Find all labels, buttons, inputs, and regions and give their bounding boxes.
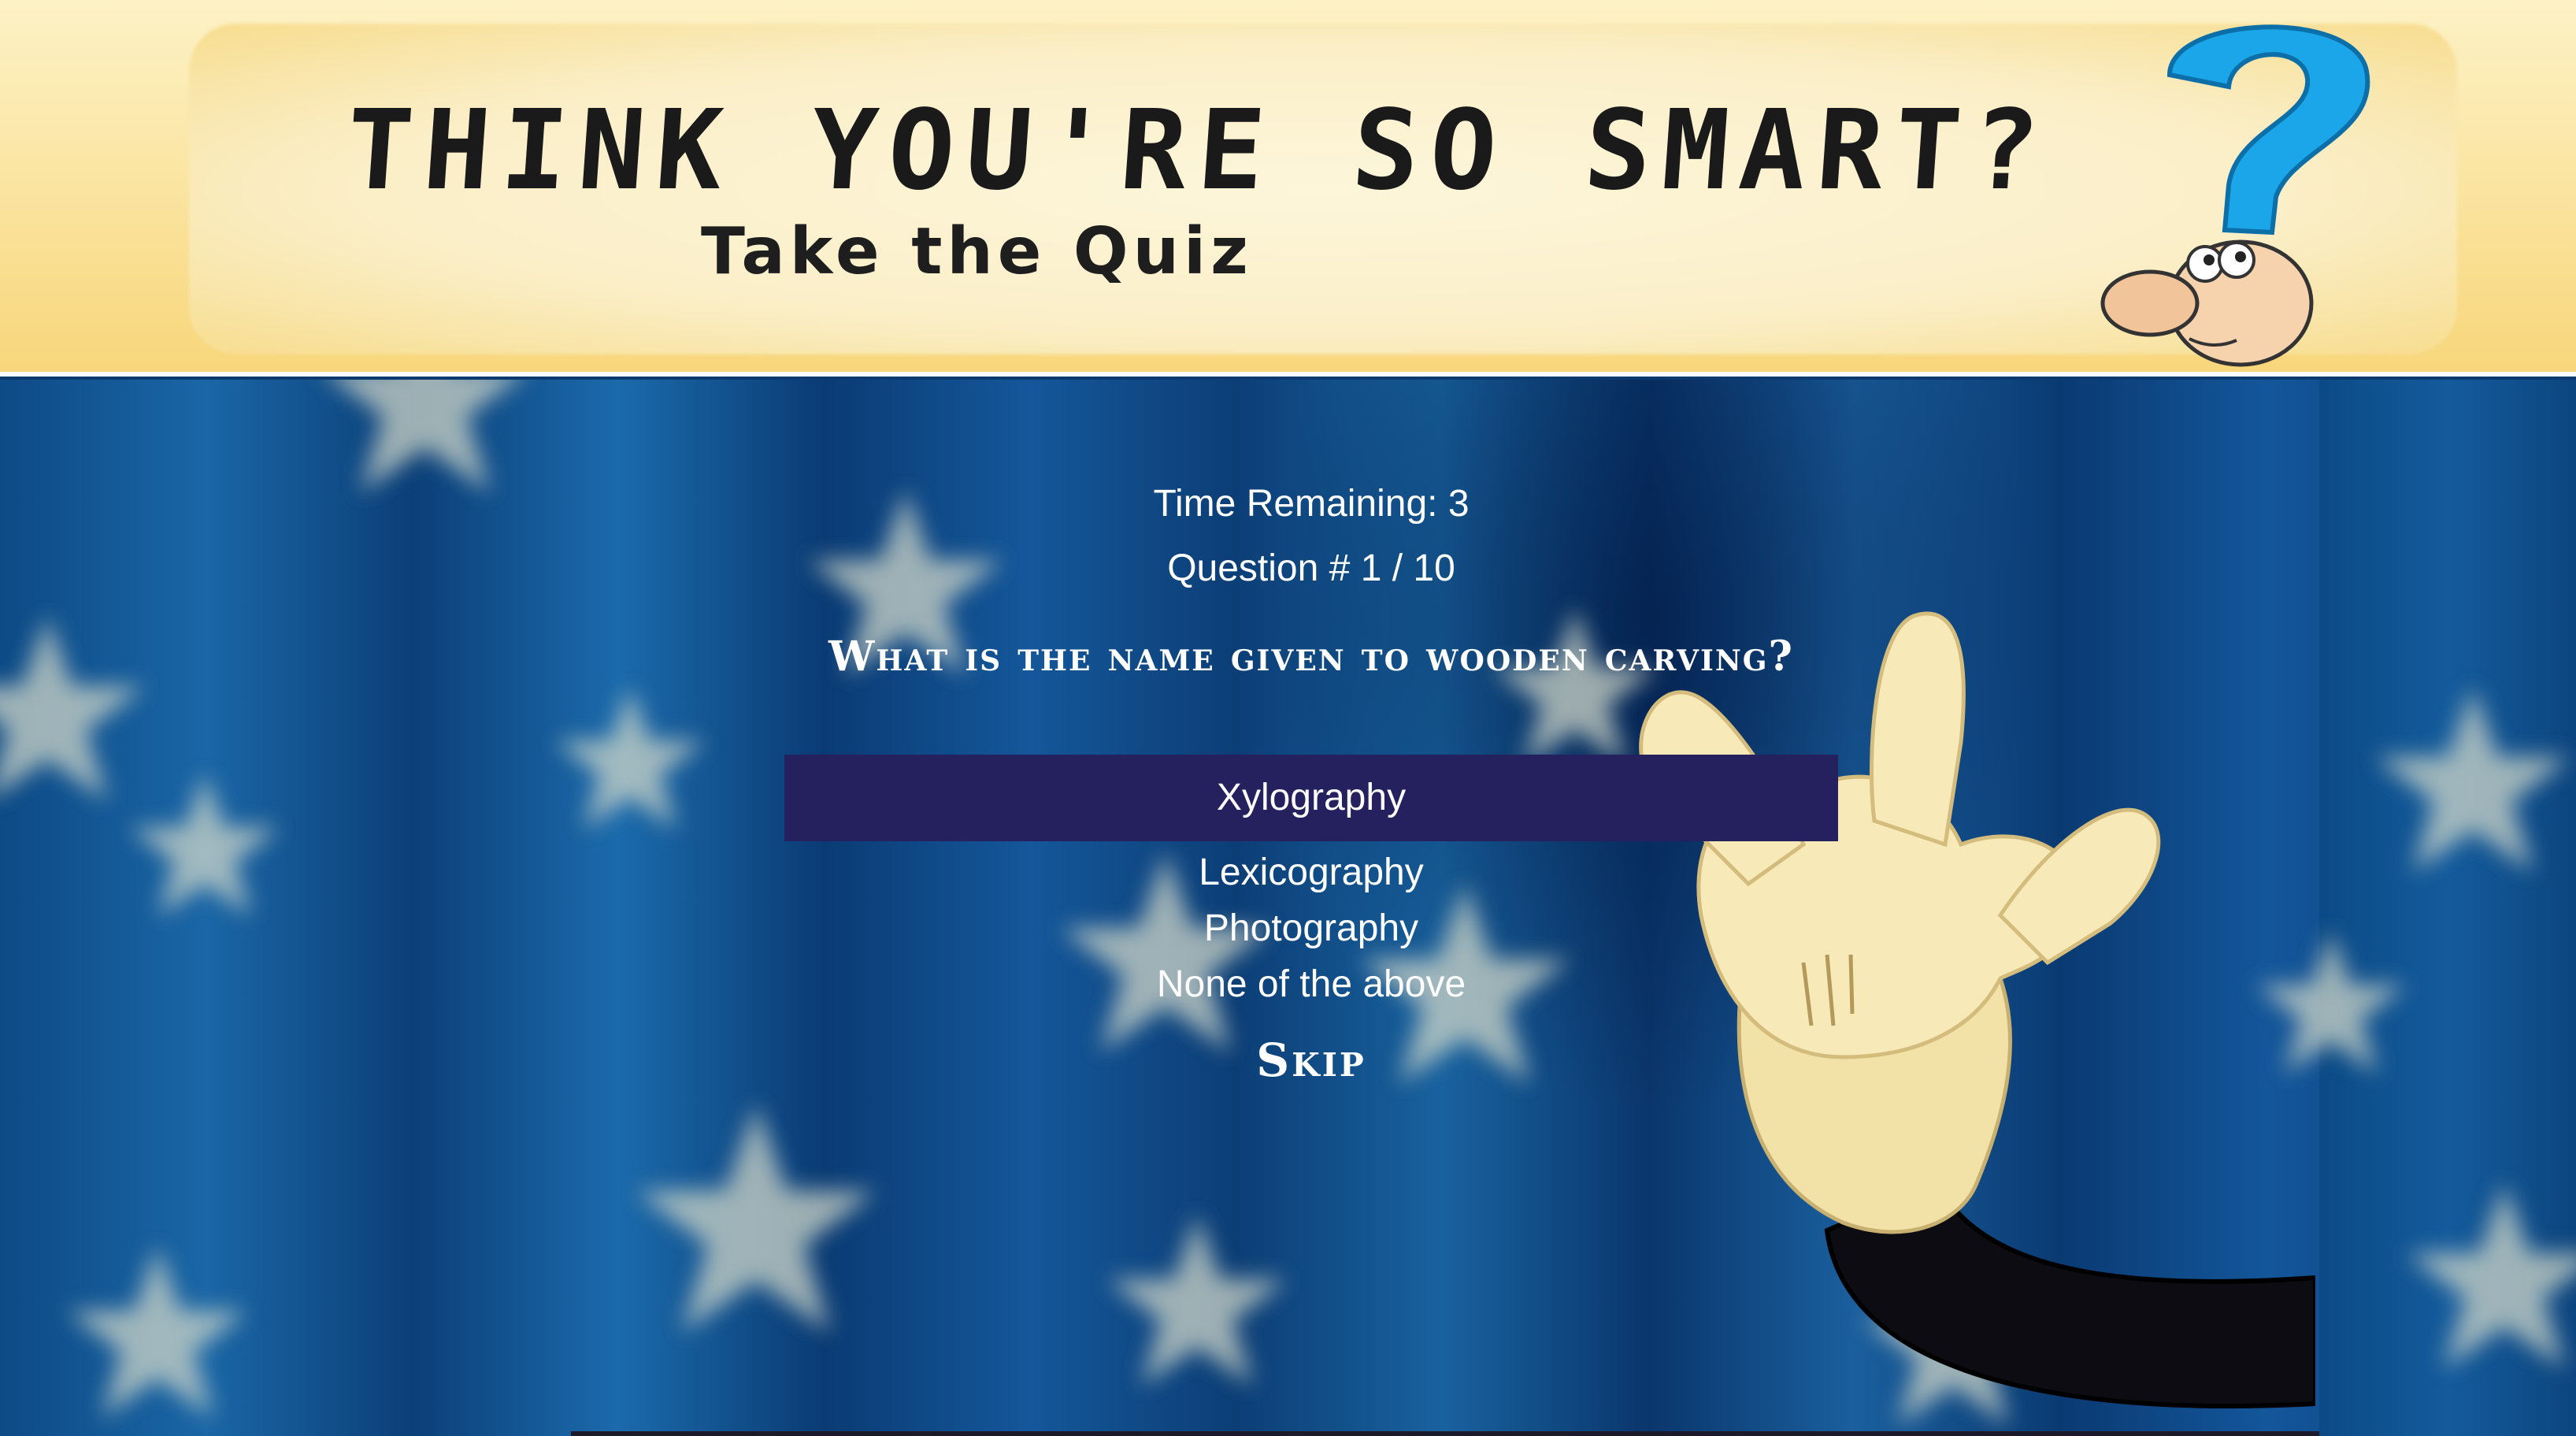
time-remaining: Time Remaining: 3 xyxy=(1153,483,1470,525)
answer-list: Xylography Lexicography Photography None… xyxy=(784,755,1838,1012)
quiz-banner: THINK YOU'RE SO SMART? Take the Quiz xyxy=(0,0,2576,377)
answer-option-xylography[interactable]: Xylography xyxy=(784,755,1838,841)
question-counter: Question # 1 / 10 xyxy=(1167,547,1455,589)
banner-title: THINK YOU'RE SO SMART? xyxy=(342,87,2055,215)
question-text: What is the name given to wooden carving… xyxy=(828,633,1794,681)
question-mark-head-icon xyxy=(2095,0,2426,377)
answer-option-none[interactable]: None of the above xyxy=(784,956,1838,1012)
skip-button[interactable]: Skip xyxy=(784,1033,1838,1087)
banner-subtitle: Take the Quiz xyxy=(701,214,1253,289)
answer-option-photography[interactable]: Photography xyxy=(784,900,1838,956)
banner-divider xyxy=(0,372,2576,377)
answer-option-lexicography[interactable]: Lexicography xyxy=(784,844,1838,900)
quiz-stage: Time Remaining: 3 Question # 1 / 10 What… xyxy=(0,380,2576,1436)
bottom-divider xyxy=(571,1431,2319,1436)
